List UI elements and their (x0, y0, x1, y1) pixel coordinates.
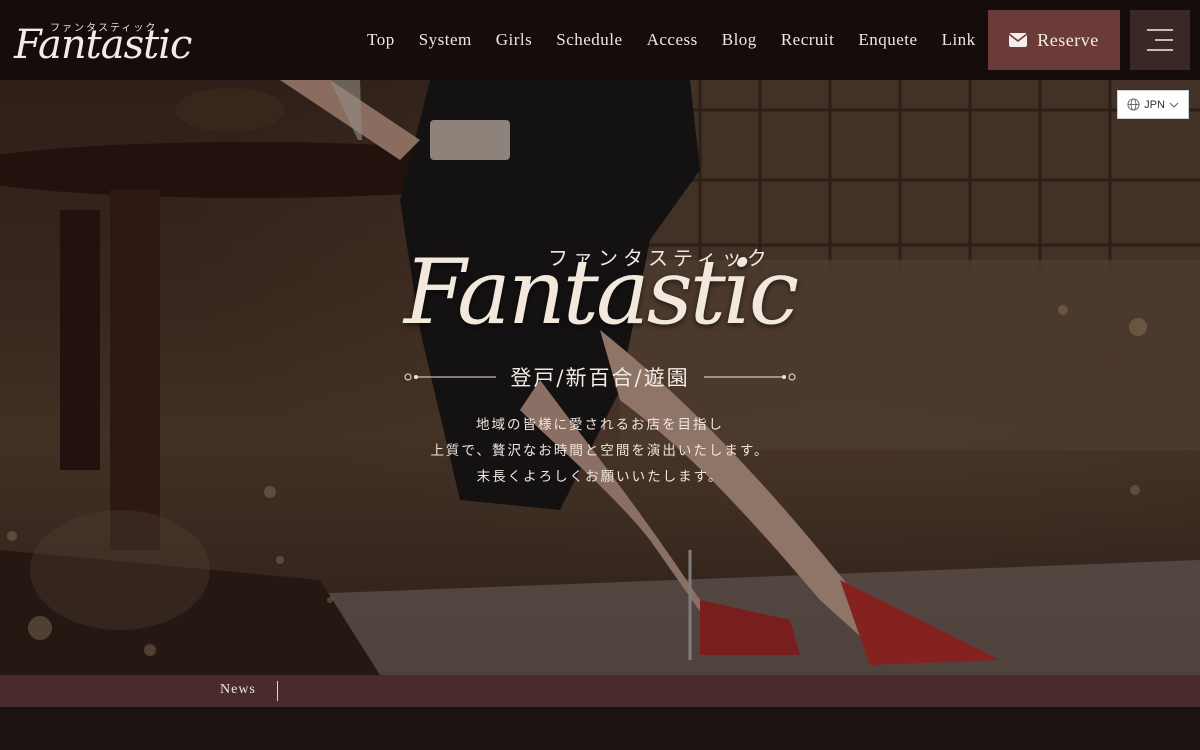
nav-blog[interactable]: Blog (722, 30, 757, 50)
mail-icon (1009, 33, 1028, 47)
main-nav: Top System Girls Schedule Access Blog Re… (355, 0, 988, 80)
hero-areas: 登戸/新百合/遊園 (510, 366, 690, 390)
nav-recruit[interactable]: Recruit (781, 30, 835, 50)
nav-schedule[interactable]: Schedule (556, 30, 622, 50)
reserve-label: Reserve (1037, 29, 1099, 50)
hero-area-line: 登戸/新百合/遊園 (390, 362, 810, 392)
hero-description: 地域の皆様に愛されるお店を目指し 上質で、贅沢なお時間と空間を演出いたします。 … (300, 412, 900, 490)
nav-girls[interactable]: Girls (496, 30, 533, 50)
right-ornament-icon (703, 373, 796, 381)
news-label: News (220, 682, 256, 697)
left-ornament-icon (404, 373, 497, 381)
news-bar: News (0, 675, 1200, 707)
hero-logo-kana: ファンタスティック (548, 246, 772, 270)
site-header: Fantastic ファンタスティック Top System Girls Sch… (0, 0, 1200, 80)
reserve-button[interactable]: Reserve (988, 10, 1120, 70)
hamburger-icon (1147, 29, 1173, 51)
hamburger-menu-button[interactable] (1130, 10, 1190, 70)
nav-access[interactable]: Access (647, 30, 698, 50)
nav-system[interactable]: System (419, 30, 472, 50)
hero-copy: Fantastic ファンタスティック 登戸/新百合/遊園 地域の皆様に愛される… (0, 80, 1200, 675)
logo-kana: ファンタスティック (50, 23, 158, 34)
site-logo[interactable]: Fantastic ファンタスティック (14, 16, 192, 68)
hero-desc-line-3: 末長くよろしくお願いいたします。 (476, 469, 724, 485)
hero-section: JPN Fantastic ファンタスティック 登戸/新百合/遊園 地域の皆様に… (0, 80, 1200, 675)
nav-top[interactable]: Top (367, 30, 395, 50)
news-divider (277, 681, 278, 701)
hero-desc-line-2: 上質で、贅沢なお時間と空間を演出いたします。 (430, 443, 770, 459)
hero-desc-line-1: 地域の皆様に愛されるお店を目指し (476, 417, 724, 433)
nav-enquete[interactable]: Enquete (858, 30, 917, 50)
page-bottom (0, 707, 1200, 750)
nav-link[interactable]: Link (942, 30, 976, 50)
